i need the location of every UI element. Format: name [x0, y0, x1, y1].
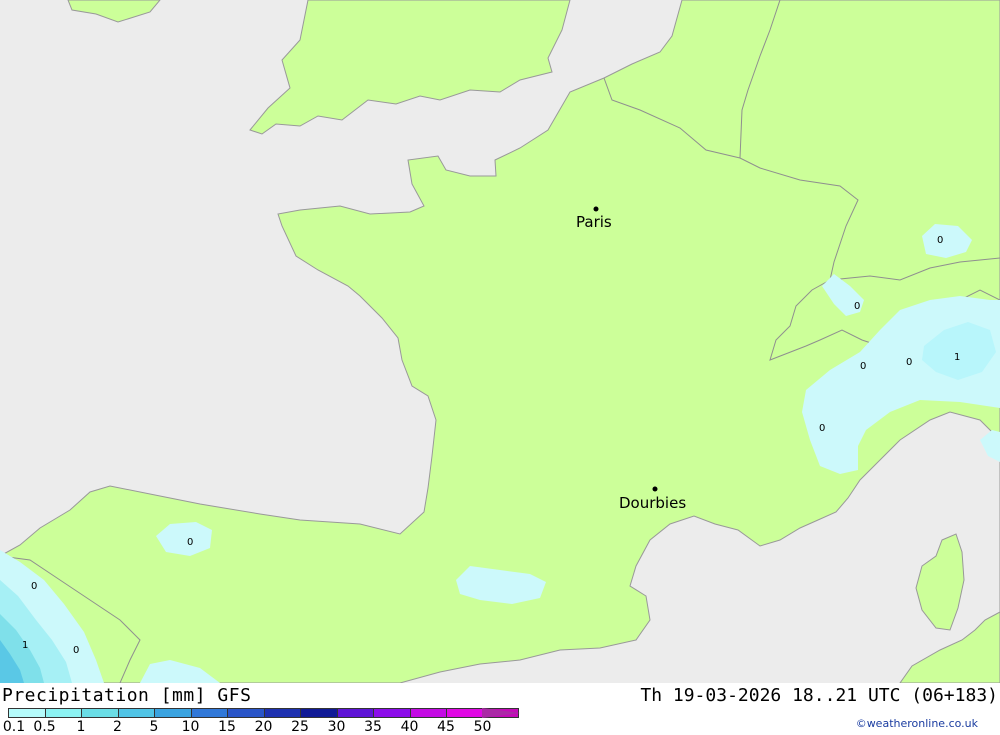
legend-swatch [263, 708, 300, 718]
city-label: Dourbies [619, 494, 686, 512]
contour-label: 0 [31, 581, 37, 592]
legend-swatch [44, 708, 81, 718]
contour-label: 1 [954, 352, 960, 363]
legend-arrow [482, 708, 520, 718]
color-legend [8, 708, 519, 718]
precipitation-map[interactable]: Paris Dourbies 0 0 0 0 1 0 0 0 0 1 [0, 0, 1000, 683]
city-label: Paris [576, 213, 612, 231]
contour-label: 0 [819, 423, 825, 434]
legend-ticks: 0.1 0.5 1 2 5 10 15 20 25 30 35 40 45 50 [0, 719, 520, 735]
contour-label: 0 [937, 235, 943, 246]
map-title: Precipitation [mm] GFS [2, 685, 252, 706]
legend-swatch [81, 708, 118, 718]
credit-link[interactable]: ©weatheronline.co.uk [856, 717, 978, 730]
map-footer: Precipitation [mm] GFS Th 19-03-2026 18.… [0, 683, 1000, 735]
contour-label: 0 [854, 301, 860, 312]
legend-swatch [336, 708, 373, 718]
forecast-datetime: Th 19-03-2026 18..21 UTC (06+183) [640, 685, 998, 706]
legend-swatch [227, 708, 264, 718]
legend-swatch [154, 708, 191, 718]
map-canvas: Paris Dourbies 0 0 0 0 1 0 0 0 0 1 [0, 0, 1000, 683]
legend-swatch [300, 708, 337, 718]
legend-swatch [409, 708, 446, 718]
contour-label: 0 [860, 361, 866, 372]
contour-label: 1 [22, 640, 28, 651]
legend-swatch [373, 708, 410, 718]
legend-swatch [446, 708, 483, 718]
legend-swatch [8, 708, 45, 718]
contour-label: 0 [906, 357, 912, 368]
contour-label: 0 [187, 537, 193, 548]
city-marker [593, 206, 599, 212]
legend-swatch [117, 708, 154, 718]
city-marker [652, 486, 658, 492]
legend-swatch [190, 708, 227, 718]
contour-label: 0 [73, 645, 79, 656]
